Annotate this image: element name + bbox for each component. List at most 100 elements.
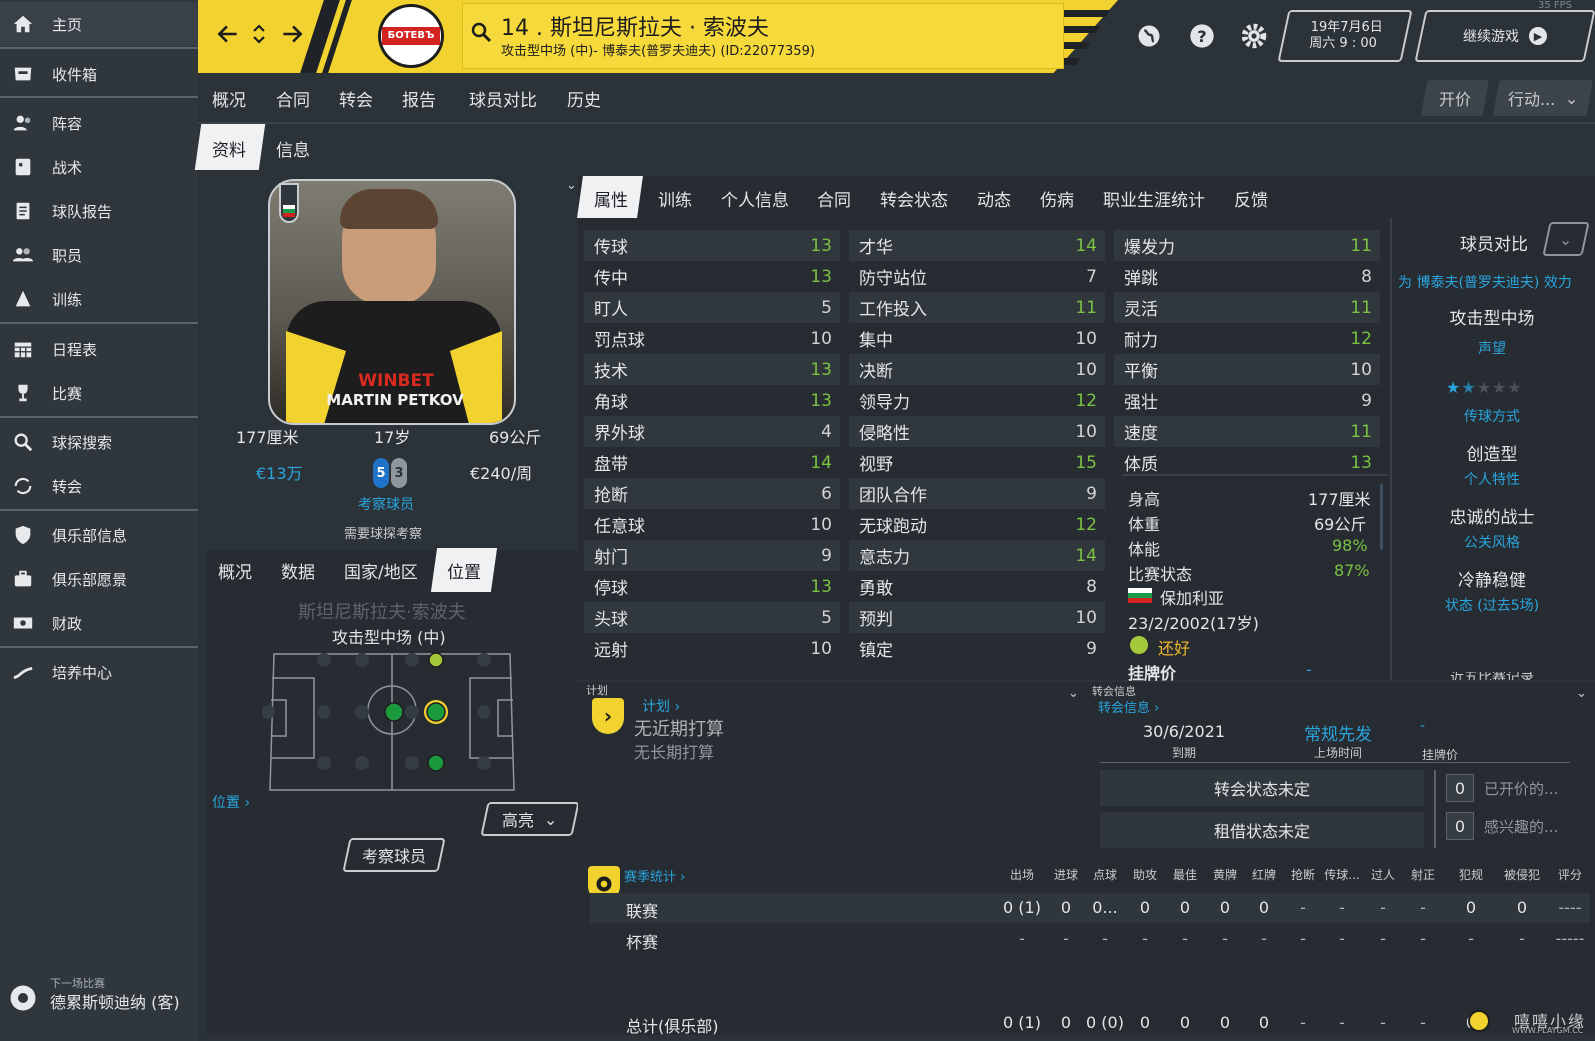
plan-link[interactable]: 计划 ›: [642, 696, 680, 716]
tab-stats[interactable]: 数据: [281, 558, 315, 583]
tab-info[interactable]: 信息: [276, 126, 310, 170]
attribute-row[interactable]: 射门 9: [584, 540, 840, 571]
attribute-row[interactable]: 平衡 10: [1114, 354, 1380, 385]
tab-injuries[interactable]: 伤病: [1040, 186, 1074, 211]
tab-transfer-status[interactable]: 转会状态: [880, 186, 948, 211]
attribute-row[interactable]: 任意球 10: [584, 509, 840, 540]
scout-player-button[interactable]: 考察球员: [342, 838, 446, 872]
actions-button[interactable]: 行动... ⌄: [1492, 80, 1594, 116]
attribute-row[interactable]: 爆发力 11: [1114, 230, 1380, 261]
attribute-row[interactable]: 镇定 9: [849, 633, 1105, 664]
tab-contract[interactable]: 合同: [276, 86, 310, 111]
game-date[interactable]: 19年7月6日 周六 9 : 00: [1277, 10, 1413, 62]
attribute-row[interactable]: 传中 13: [584, 261, 840, 292]
stat-header[interactable]: 出场: [998, 866, 1046, 883]
sidebar-item-staff[interactable]: 职员: [0, 233, 198, 277]
attribute-row[interactable]: 技术 13: [584, 354, 840, 385]
attribute-row[interactable]: 盯人 5: [584, 292, 840, 323]
attribute-row[interactable]: 意志力 14: [849, 540, 1105, 571]
attribute-row[interactable]: 勇敢 8: [849, 571, 1105, 602]
attribute-row[interactable]: 远射 10: [584, 633, 840, 664]
sidebar-item-training[interactable]: 训练: [0, 277, 198, 321]
attribute-row[interactable]: 工作投入 11: [849, 292, 1105, 323]
sidebar-item-club-vision[interactable]: 俱乐部愿景: [0, 557, 198, 601]
sidebar-item-inbox[interactable]: 收件箱: [0, 52, 198, 96]
attribute-row[interactable]: 无球跑动 12: [849, 509, 1105, 540]
world-icon[interactable]: [1135, 22, 1163, 50]
attribute-row[interactable]: 才华 14: [849, 230, 1105, 261]
attribute-row[interactable]: 灵活 11: [1114, 292, 1380, 323]
attribute-row[interactable]: 团队合作 9: [849, 478, 1105, 509]
offer-button[interactable]: 开价: [1420, 80, 1490, 116]
collapse-chevron-icon[interactable]: ⌄: [566, 178, 577, 193]
attribute-row[interactable]: 集中 10: [849, 323, 1105, 354]
tab-personal[interactable]: 个人信息: [721, 186, 789, 211]
sidebar-item-finances[interactable]: 财政: [0, 601, 198, 645]
tab-report[interactable]: 报告: [402, 86, 436, 111]
tab-summary[interactable]: 概况: [218, 558, 252, 583]
offers-label[interactable]: 已开价的...: [1484, 778, 1558, 799]
tab-dynamics[interactable]: 动态: [977, 186, 1011, 211]
tab-training[interactable]: 训练: [658, 186, 692, 211]
tab-compare[interactable]: 球员对比: [469, 86, 537, 111]
details-scrollbar[interactable]: [1380, 484, 1383, 550]
attribute-row[interactable]: 传球 13: [584, 230, 840, 261]
sidebar-item-tactics[interactable]: 战术: [0, 145, 198, 189]
collapse-chevron-icon[interactable]: ⌄: [1576, 686, 1587, 701]
help-icon[interactable]: ?: [1188, 22, 1216, 50]
season-stats-link[interactable]: 赛季统计 ›: [624, 866, 685, 885]
sidebar-item-scouting[interactable]: 球探搜索: [0, 420, 198, 464]
attribute-row[interactable]: 界外球 4: [584, 416, 840, 447]
attribute-row[interactable]: 领导力 12: [849, 385, 1105, 416]
transfer-info-link[interactable]: 转会信息 ›: [1098, 697, 1159, 716]
stat-header[interactable]: 犯规: [1447, 866, 1495, 883]
nationality[interactable]: 保加利亚: [1160, 585, 1224, 609]
next-match[interactable]: 德累斯顿迪纳 (客): [50, 989, 180, 1013]
continue-button[interactable]: 继续游戏 ▶: [1414, 10, 1595, 62]
sidebar-item-calendar[interactable]: 日程表: [0, 327, 198, 371]
sidebar-item-home[interactable]: 主页: [0, 2, 198, 46]
attribute-row[interactable]: 预判 10: [849, 602, 1105, 633]
forward-button[interactable]: [272, 14, 312, 54]
scout-player-link[interactable]: 考察球员: [358, 494, 414, 514]
attribute-row[interactable]: 防守站位 7: [849, 261, 1105, 292]
club-line[interactable]: 为 博泰夫(普罗夫迪夫) 效力: [1398, 272, 1572, 292]
tab-overview[interactable]: 概况: [212, 86, 246, 111]
tab-history[interactable]: 历史: [567, 86, 601, 111]
attribute-row[interactable]: 视野 15: [849, 447, 1105, 478]
attribute-row[interactable]: 强壮 9: [1114, 385, 1380, 416]
attribute-row[interactable]: 抢断 6: [584, 478, 840, 509]
tab-profile[interactable]: 资料: [212, 126, 246, 170]
tab-feedback[interactable]: 反馈: [1234, 186, 1268, 211]
tab-transfer[interactable]: 转会: [339, 86, 373, 111]
sidebar-item-matches[interactable]: 比赛: [0, 371, 198, 415]
sidebar-item-club-info[interactable]: 俱乐部信息: [0, 513, 198, 557]
attribute-row[interactable]: 速度 11: [1114, 416, 1380, 447]
tab-position[interactable]: 位置: [447, 558, 481, 583]
interest-label[interactable]: 感兴趣的...: [1484, 816, 1558, 837]
tab-career-stats[interactable]: 职业生涯统计: [1103, 186, 1205, 211]
gear-icon[interactable]: [1240, 22, 1268, 50]
attribute-row[interactable]: 罚点球 10: [584, 323, 840, 354]
attribute-row[interactable]: 停球 13: [584, 571, 840, 602]
attribute-row[interactable]: 决断 10: [849, 354, 1105, 385]
attribute-row[interactable]: 头球 5: [584, 602, 840, 633]
attribute-row[interactable]: 侵略性 10: [849, 416, 1105, 447]
attribute-row[interactable]: 耐力 12: [1114, 323, 1380, 354]
player-value[interactable]: €13万: [256, 460, 303, 484]
status-label[interactable]: 状态 (过去5场): [1392, 595, 1592, 615]
stat-header[interactable]: 评分: [1546, 866, 1594, 883]
attribute-row[interactable]: 盘带 14: [584, 447, 840, 478]
search-icon[interactable]: [469, 20, 493, 48]
sidebar-item-team-report[interactable]: 球队报告: [0, 189, 198, 233]
stat-header[interactable]: 被侵犯: [1498, 866, 1546, 883]
sidebar-item-squad[interactable]: 阵容: [0, 101, 198, 145]
club-badge[interactable]: БОТЕВЪ: [378, 4, 444, 68]
tab-attr-contract[interactable]: 合同: [817, 186, 851, 211]
attribute-row[interactable]: 角球 13: [584, 385, 840, 416]
highlight-dropdown[interactable]: 高亮 ⌄: [480, 802, 580, 836]
compare-dropdown[interactable]: ⌄: [1542, 222, 1590, 256]
attribute-row[interactable]: 弹跳 8: [1114, 261, 1380, 292]
stat-header[interactable]: 射正: [1399, 866, 1447, 883]
sidebar-item-development[interactable]: 培养中心: [0, 650, 198, 694]
